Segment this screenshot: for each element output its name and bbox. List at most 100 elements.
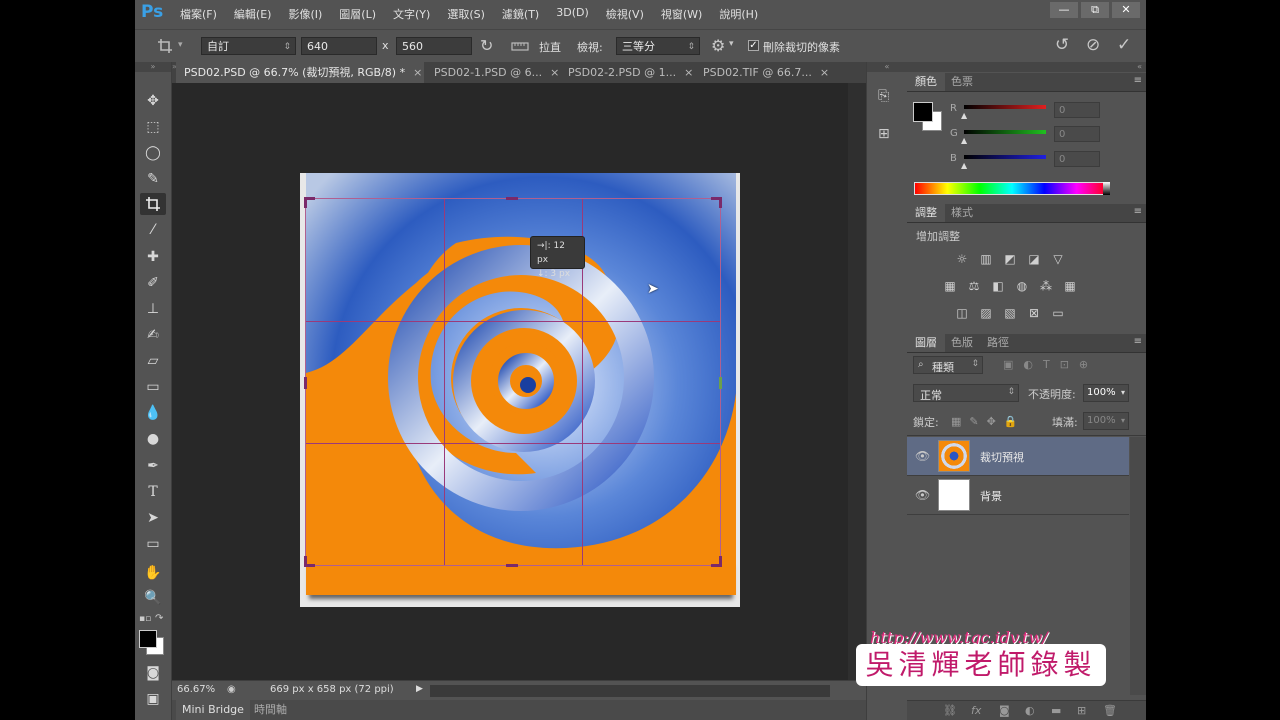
gradient-map-icon[interactable]: ▭ [1049, 306, 1067, 320]
restore-button[interactable]: ⧉ [1081, 2, 1109, 18]
crop-bounding-box[interactable] [304, 197, 722, 567]
gradient-tool-icon[interactable]: ▭ [140, 376, 166, 398]
channel-r-slider[interactable] [964, 105, 1046, 109]
tab-channels[interactable]: 色版 [943, 334, 981, 352]
type-tool-icon[interactable]: T [140, 481, 166, 503]
menu-window[interactable]: 視窗(W) [661, 6, 702, 22]
healing-brush-tool-icon[interactable]: ✚ [140, 246, 166, 268]
crop-handle-top-right[interactable] [711, 197, 722, 208]
zoom-level[interactable]: 66.67% [177, 684, 215, 695]
foreground-color-swatch[interactable] [913, 102, 933, 122]
layer-filter-select[interactable]: ⌕ 種類 ⇕ [913, 356, 983, 374]
slider-thumb-icon[interactable]: ▲ [961, 111, 967, 120]
tab-styles[interactable]: 樣式 [943, 204, 981, 222]
fill-input[interactable]: 100% ▾ [1083, 412, 1129, 430]
minimize-button[interactable]: — [1050, 2, 1078, 18]
blur-tool-icon[interactable]: 💧 [140, 402, 166, 424]
path-selection-tool-icon[interactable]: ➤ [140, 507, 166, 529]
crop-handle-bottom-right[interactable] [711, 556, 722, 567]
toolbar-collapse-icon[interactable]: » [135, 62, 171, 72]
menu-filter[interactable]: 濾鏡(T) [502, 6, 539, 22]
layer-row-background[interactable]: 👁 背景 [907, 476, 1129, 515]
foreground-color-swatch[interactable] [139, 630, 157, 648]
clone-stamp-tool-icon[interactable]: ⊥ [140, 298, 166, 320]
menu-select[interactable]: 選取(S) [447, 6, 485, 22]
crop-tool-icon[interactable] [157, 38, 173, 58]
color-spectrum-ramp[interactable] [914, 182, 1110, 195]
eye-icon[interactable]: 👁 [915, 449, 930, 463]
exposure-icon[interactable]: ◪ [1025, 252, 1043, 266]
new-group-icon[interactable]: ▬ [1051, 704, 1061, 717]
crop-preset-select[interactable]: 自訂 ⇕ [201, 37, 296, 55]
menu-view[interactable]: 檢視(V) [606, 6, 644, 22]
straighten-label[interactable]: 拉直 [539, 39, 561, 55]
tab-psd02-2[interactable]: PSD02-2.PSD @ 1... × [560, 62, 695, 83]
menu-edit[interactable]: 編輯(E) [234, 6, 272, 22]
zoom-tool-icon[interactable]: 🔍 [140, 587, 166, 609]
posterize-icon[interactable]: ▨ [977, 306, 995, 320]
lock-icons[interactable]: ▦✎✥🔒 [951, 415, 1026, 428]
close-tab-icon[interactable]: × [684, 66, 693, 79]
crop-width-input[interactable]: 640 [301, 37, 377, 55]
channel-mixer-icon[interactable]: ⁂ [1037, 279, 1055, 293]
menu-3d[interactable]: 3D(D) [556, 6, 589, 22]
opacity-input[interactable]: 100% ▾ [1083, 384, 1129, 402]
layer-filter-icons[interactable]: ▣◐T⊡⊕ [1003, 358, 1098, 371]
vibrance-icon[interactable]: ▽ [1049, 252, 1067, 266]
menu-type[interactable]: 文字(Y) [393, 6, 430, 22]
status-info-icon[interactable]: ◉ [227, 684, 236, 695]
tab-layers[interactable]: 圖層 [907, 334, 945, 352]
new-adjustment-icon[interactable]: ◐ [1025, 704, 1035, 717]
layers-scrollbar[interactable] [1130, 437, 1146, 695]
quick-selection-tool-icon[interactable]: ✎ [140, 168, 166, 190]
photo-filter-icon[interactable]: ◍ [1013, 279, 1031, 293]
fx-icon[interactable]: fx [971, 704, 981, 717]
rectangle-tool-icon[interactable]: ▭ [140, 533, 166, 555]
tab-color[interactable]: 顏色 [907, 73, 945, 91]
hand-tool-icon[interactable]: ✋ [140, 562, 166, 584]
color-balance-icon[interactable]: ⚖ [965, 279, 983, 293]
brightness-contrast-icon[interactable]: ☼ [953, 252, 971, 266]
straighten-icon[interactable] [511, 38, 529, 56]
crop-handle-top[interactable] [506, 197, 518, 200]
add-mask-icon[interactable]: ◙ [999, 704, 1010, 717]
close-tab-icon[interactable]: × [413, 66, 422, 79]
panel-menu-icon[interactable]: ≡ [1134, 336, 1142, 347]
timeline-tab[interactable]: 時間軸 [254, 700, 287, 720]
levels-icon[interactable]: ▥ [977, 252, 995, 266]
hue-saturation-icon[interactable]: ▦ [941, 279, 959, 293]
horizontal-scrollbar[interactable] [430, 685, 830, 697]
crop-handle-right[interactable] [719, 377, 722, 389]
default-colors-icon[interactable]: ▪▫ [139, 614, 151, 624]
screen-mode-icon[interactable]: ▣ [140, 688, 166, 710]
close-button[interactable]: ✕ [1112, 2, 1140, 18]
tab-swatches[interactable]: 色票 [943, 73, 981, 91]
eraser-tool-icon[interactable]: ▱ [140, 350, 166, 372]
menu-help[interactable]: 說明(H) [719, 6, 758, 22]
crop-handle-left[interactable] [304, 377, 307, 389]
move-tool-icon[interactable]: ✥ [140, 90, 166, 112]
channel-g-slider[interactable] [964, 130, 1046, 134]
channel-b-value[interactable]: 0 [1054, 151, 1100, 167]
crop-handle-top-left[interactable] [304, 197, 315, 208]
blend-mode-select[interactable]: 正常 ⇕ [913, 384, 1019, 402]
gear-dropdown-icon[interactable]: ▾ [729, 39, 734, 49]
trash-icon[interactable]: 🗑 [1103, 704, 1117, 717]
selective-color-icon[interactable]: ⊠ [1025, 306, 1043, 320]
color-lookup-icon[interactable]: ▦ [1061, 279, 1079, 293]
black-white-ramp[interactable] [1103, 182, 1110, 195]
channel-g-value[interactable]: 0 [1054, 126, 1100, 142]
crop-handle-bottom-left[interactable] [304, 556, 315, 567]
invert-icon[interactable]: ◫ [953, 306, 971, 320]
threshold-icon[interactable]: ▧ [1001, 306, 1019, 320]
brush-tool-icon[interactable]: ✐ [140, 272, 166, 294]
swap-rotate-icon[interactable]: ↻ [480, 36, 493, 55]
channel-b-slider[interactable] [964, 155, 1046, 159]
tab-adjustments[interactable]: 調整 [907, 204, 945, 222]
overlay-view-select[interactable]: 三等分 ⇕ [616, 37, 700, 55]
layer-row-crop-preview[interactable]: 👁 裁切預視 [907, 437, 1129, 476]
slider-thumb-icon[interactable]: ▲ [961, 136, 967, 145]
vertical-scrollbar[interactable] [848, 83, 866, 680]
channel-r-value[interactable]: 0 [1054, 102, 1100, 118]
lasso-tool-icon[interactable]: ◯ [140, 142, 166, 164]
